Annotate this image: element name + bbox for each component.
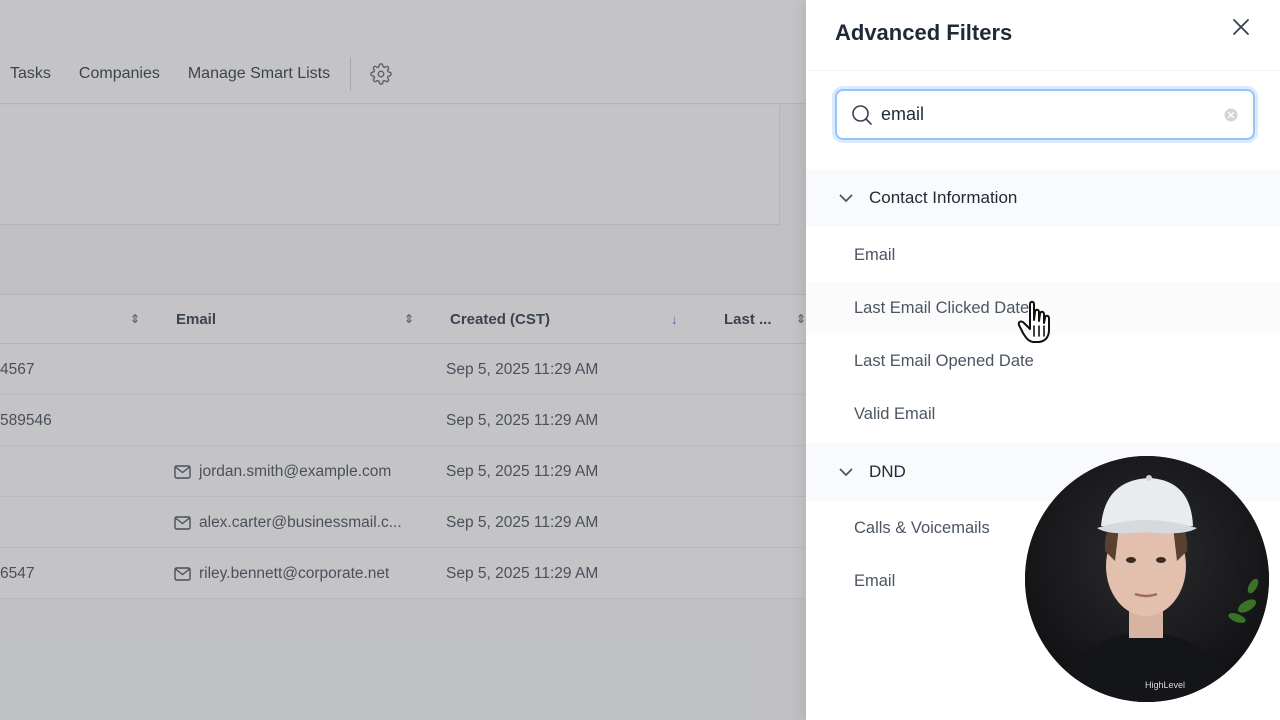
panel-divider [806,70,1280,71]
group-contact-information[interactable]: Contact Information [806,169,1280,227]
hand-cursor-icon [1016,300,1056,344]
panel-title: Advanced Filters [835,20,1013,45]
filter-search-box[interactable] [835,89,1255,140]
presenter-video: HighLevel [1025,456,1269,702]
filter-option-email[interactable]: Email [806,229,1280,282]
group-label: DND [869,462,906,481]
shirt-logo-text: HighLevel [1145,680,1185,690]
modal-backdrop[interactable] [0,0,806,720]
close-icon[interactable] [1228,14,1254,40]
search-icon [851,104,873,126]
filter-option-valid-email[interactable]: Valid Email [806,388,1280,441]
chevron-down-icon [839,194,853,203]
contacts-page: Tasks Companies Manage Smart Lists ⇕ Ema… [0,0,806,720]
webcam-overlay: HighLevel [1025,456,1269,702]
group-label: Contact Information [869,188,1018,207]
chevron-down-icon [839,468,853,477]
filter-search-input[interactable] [881,104,1223,125]
clear-search-icon[interactable] [1223,107,1239,123]
